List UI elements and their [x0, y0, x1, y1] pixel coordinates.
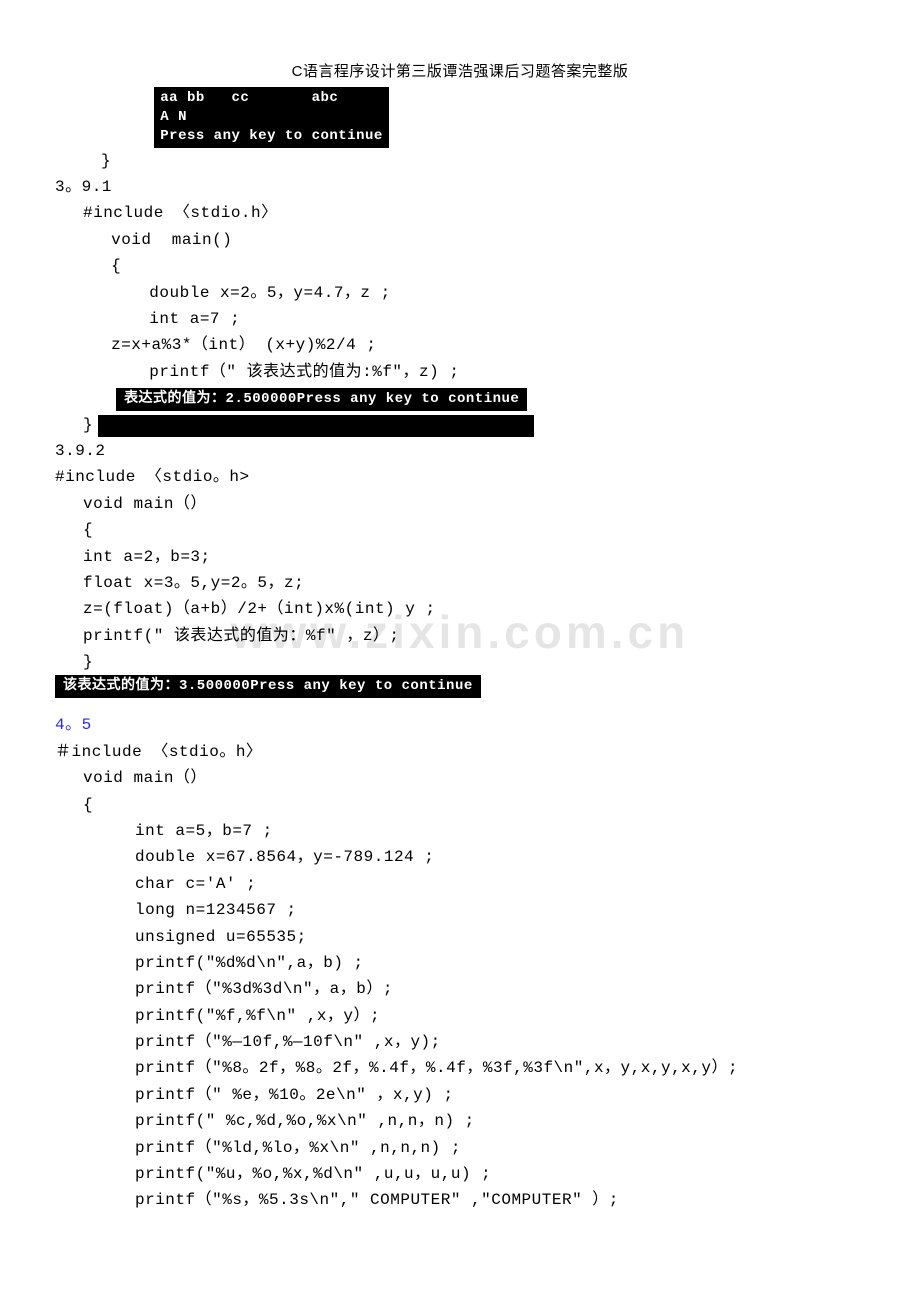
- code-line: printf(" 该表达式的值为：%f" ，z）;: [55, 623, 865, 649]
- code-line: printf（"%3d%3d\n"，a，b）;: [55, 976, 865, 1002]
- console-output-1: aa bb cc abc A N Press any key to contin…: [154, 87, 389, 148]
- code-line: void main（）: [55, 765, 865, 791]
- code-line: {: [55, 517, 865, 543]
- code-line: #include 〈stdio.h〉: [55, 200, 865, 226]
- code-line: }: [55, 649, 865, 675]
- code-line: z=x+a%3*（int） (x+y)%2/4 ;: [55, 332, 865, 358]
- section-number: 4。5: [55, 712, 865, 738]
- code-line: void main(): [55, 227, 865, 253]
- console-line: Press any key to continue: [160, 128, 383, 144]
- code-line: z=(float)（a+b）/2+（int)x%(int) y ;: [55, 596, 865, 622]
- code-brace-close: }: [55, 416, 93, 434]
- code-line: printf（" %e，%10。2e\n" ，x,y) ;: [55, 1082, 865, 1108]
- code-line: void main（）: [55, 491, 865, 517]
- code-line: printf（"%8。2f，%8。2f，%.4f，%.4f，%3f,%3f\n"…: [55, 1055, 865, 1081]
- code-line: printf("%d%d\n",a，b) ;: [55, 950, 865, 976]
- code-line: printf（"%s，%5.3s\n"," COMPUTER" ,"COMPUT…: [55, 1187, 865, 1213]
- code-line: {: [55, 253, 865, 279]
- code-line: printf("%f,%f\n" ,x，y）;: [55, 1003, 865, 1029]
- code-line: int a=7 ;: [55, 306, 865, 332]
- code-line: unsigned u=65535;: [55, 924, 865, 950]
- code-line: #include 〈stdio。h>: [55, 464, 865, 490]
- code-line: printf（"%—10f,%—10f\n" ,x，y);: [55, 1029, 865, 1055]
- section-number: 3。9.1: [55, 174, 865, 200]
- code-line: long n=1234567 ;: [55, 897, 865, 923]
- code-brace-close: }: [55, 148, 865, 174]
- code-brace: [55, 91, 149, 109]
- code-line: printf（" 该表达式的值为:%f"，z) ;: [55, 359, 865, 385]
- code-line: double x=2。5，y=4.7，z ;: [55, 280, 865, 306]
- code-line: int a=2，b=3;: [55, 544, 865, 570]
- section-number: 3.9.2: [55, 438, 865, 464]
- code-line: char c='A' ;: [55, 871, 865, 897]
- code-line: printf("%u，%o,%x,%d\n" ,u,u，u,u) ;: [55, 1161, 865, 1187]
- code-line: int a=5，b=7 ;: [55, 818, 865, 844]
- code-line: printf（"%ld,%lo，%x\n" ,n,n,n) ;: [55, 1135, 865, 1161]
- code-spacer: [55, 389, 111, 407]
- console-output-2: 表达式的值为：2.500000Press any key to continue: [116, 388, 527, 411]
- code-line: float x=3。5,y=2。5，z;: [55, 570, 865, 596]
- console-line: aa bb cc abc: [160, 90, 338, 106]
- page-title: C语言程序设计第三版谭浩强课后习题答案完整版: [55, 60, 865, 81]
- code-line: printf(" %c,%d,%o,%x\n" ,n,n，n) ;: [55, 1108, 865, 1134]
- console-line: A N: [160, 109, 187, 125]
- code-line: double x=67.8564，y=-789.124 ;: [55, 844, 865, 870]
- console-output-3: 该表达式的值为：3.500000Press any key to continu…: [55, 675, 481, 698]
- console-tail: [98, 415, 534, 438]
- code-line: ＃include 〈stdio。h〉: [55, 739, 865, 765]
- code-line: {: [55, 792, 865, 818]
